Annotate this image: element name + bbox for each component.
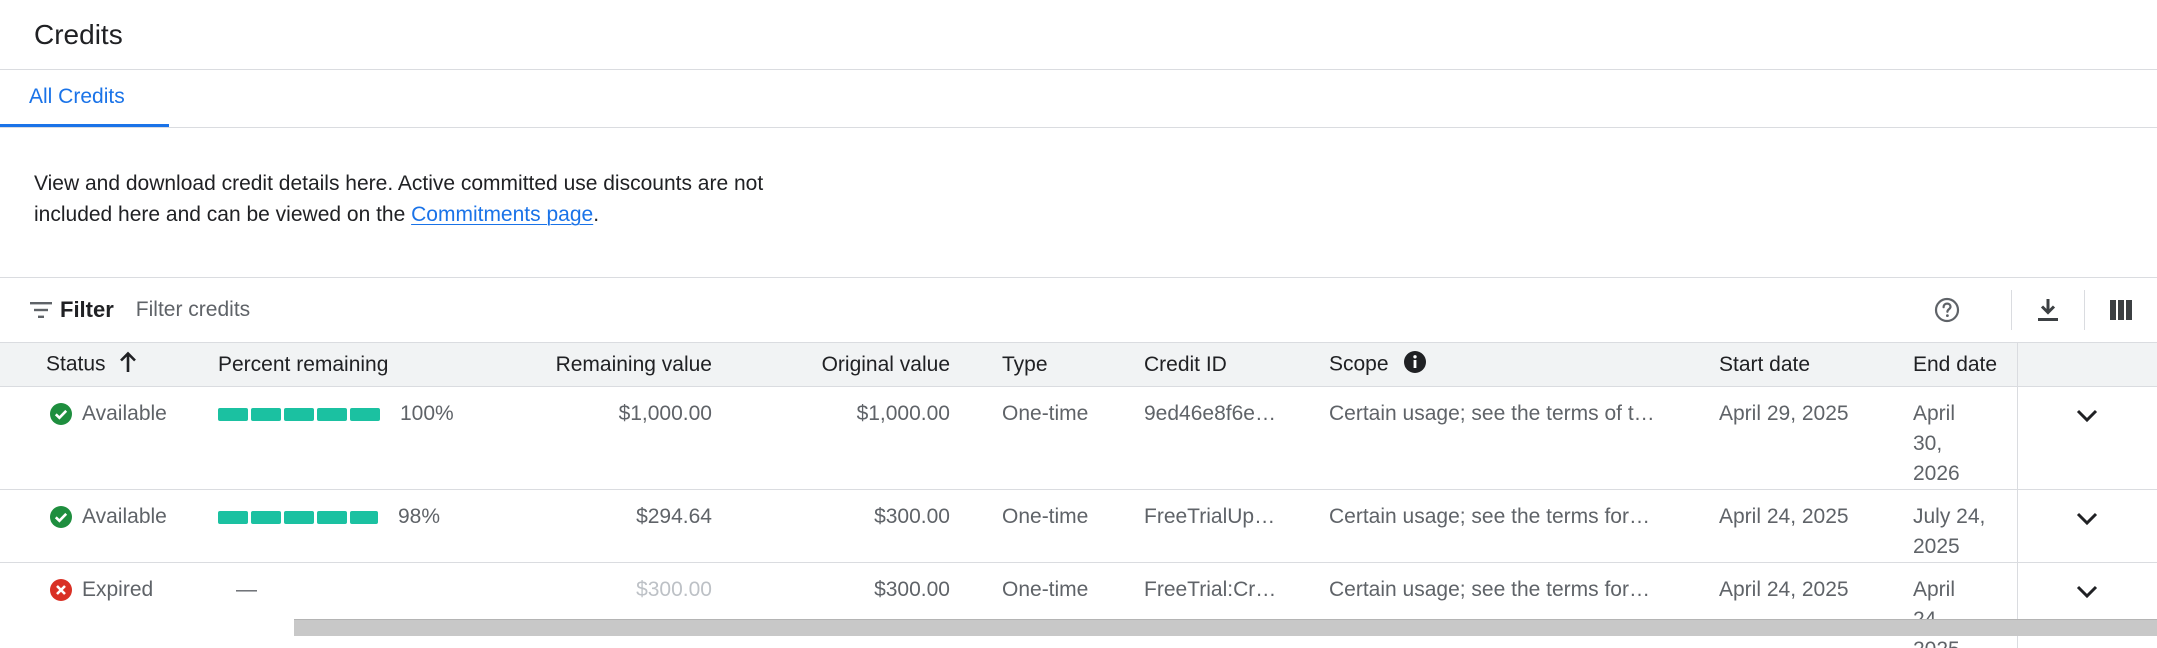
chevron-down-icon [2077,585,2098,599]
table-header-row: Status Percent remaining Remaining value… [0,342,2157,387]
progress-bar [218,407,380,421]
description: View and download credit details here. A… [0,128,2157,278]
download-icon [2038,299,2058,321]
original-value: $300.00 [712,489,950,563]
status-label: Expired [82,578,154,601]
column-header-start[interactable]: Start date [1667,342,1861,387]
credits-table: Status Percent remaining Remaining value… [0,342,2157,648]
toolbar-divider [2011,290,2012,330]
error-circle-icon [50,579,72,601]
tab-bar: All Credits [0,70,2157,128]
description-line-1: View and download credit details here. A… [34,172,764,195]
column-display-icon [2110,300,2132,320]
scope-value: Certain usage; see the terms of t… [1277,386,1667,490]
check-circle-icon [50,403,72,425]
column-header-scope-label: Scope [1329,352,1389,376]
toolbar-divider [2084,290,2085,330]
percent-label: — [236,578,257,601]
column-header-credit-id[interactable]: Credit ID [1092,342,1277,387]
end-date: April 30, 2026 [1861,386,2017,490]
page-title: Credits [34,18,123,50]
table-toolbar [1927,278,2157,342]
column-header-percent[interactable]: Percent remaining [218,342,492,387]
help-icon [1934,297,1960,323]
header-spacer [0,342,46,387]
description-line-2: included here and can be viewed on the C… [34,199,2123,230]
percent-cell: 100% [218,386,492,490]
remaining-value: $1,000.00 [492,386,712,490]
download-button[interactable] [2028,290,2068,330]
start-date: April 29, 2025 [1667,386,1861,490]
type-value: One-time [950,489,1092,563]
column-header-expand [2016,342,2157,387]
remaining-value: $294.64 [492,489,712,563]
column-header-type[interactable]: Type [950,342,1092,387]
row-spacer [0,386,46,490]
column-header-status[interactable]: Status [46,342,218,387]
status-label: Available [82,402,167,425]
percent-label: 100% [400,402,454,425]
progress-bar [218,510,378,524]
expand-row-button[interactable] [2016,386,2157,490]
column-header-remaining[interactable]: Remaining value [492,342,712,387]
tab-all-credits[interactable]: All Credits [0,70,169,127]
sort-ascending-icon[interactable] [119,351,137,379]
end-date: July 24, 2025 [1861,489,2017,563]
chevron-down-icon [2077,409,2098,423]
filter-icon[interactable] [28,297,54,323]
credit-id-value: 9ed46e8f6e… [1092,386,1277,490]
filter-bar: Filter [0,278,2157,342]
status-label: Available [82,505,167,528]
scope-value: Certain usage; see the terms for… [1277,489,1667,563]
original-value: $1,000.00 [712,386,950,490]
horizontal-scrollbar[interactable] [294,619,2157,636]
start-date: April 24, 2025 [1667,489,1861,563]
status-cell: Expired [46,562,218,648]
column-header-scope[interactable]: Scope [1277,342,1667,387]
chevron-down-icon [2077,512,2098,526]
table-row[interactable]: Available 98% $294.64 $300.00 One-time F… [0,489,2157,563]
expand-row-button[interactable] [2016,489,2157,563]
row-spacer [0,562,46,648]
help-button[interactable] [1927,290,1967,330]
check-circle-icon [50,506,72,528]
column-header-end[interactable]: End date [1861,342,2017,387]
page-header: Credits [0,0,2157,70]
status-cell: Available [46,489,218,563]
percent-cell: 98% [218,489,492,563]
row-spacer [0,489,46,563]
credits-page: Credits All Credits View and download cr… [0,0,2157,648]
column-display-button[interactable] [2101,290,2141,330]
description-line-2-prefix: included here and can be viewed on the [34,203,412,226]
percent-label: 98% [398,505,441,528]
commitments-page-link[interactable]: Commitments page [411,203,593,226]
credit-id-value: FreeTrialUp… [1092,489,1277,563]
table-row[interactable]: Available 100% $1,000.00 $1,000.00 One-t… [0,386,2157,490]
description-line-2-suffix: . [593,203,600,226]
info-icon[interactable] [1404,350,1427,379]
status-cell: Available [46,386,218,490]
filter-input[interactable] [133,297,738,323]
filter-label[interactable]: Filter [60,297,114,323]
column-header-status-label: Status [46,352,106,376]
column-header-original[interactable]: Original value [712,342,950,387]
type-value: One-time [950,386,1092,490]
